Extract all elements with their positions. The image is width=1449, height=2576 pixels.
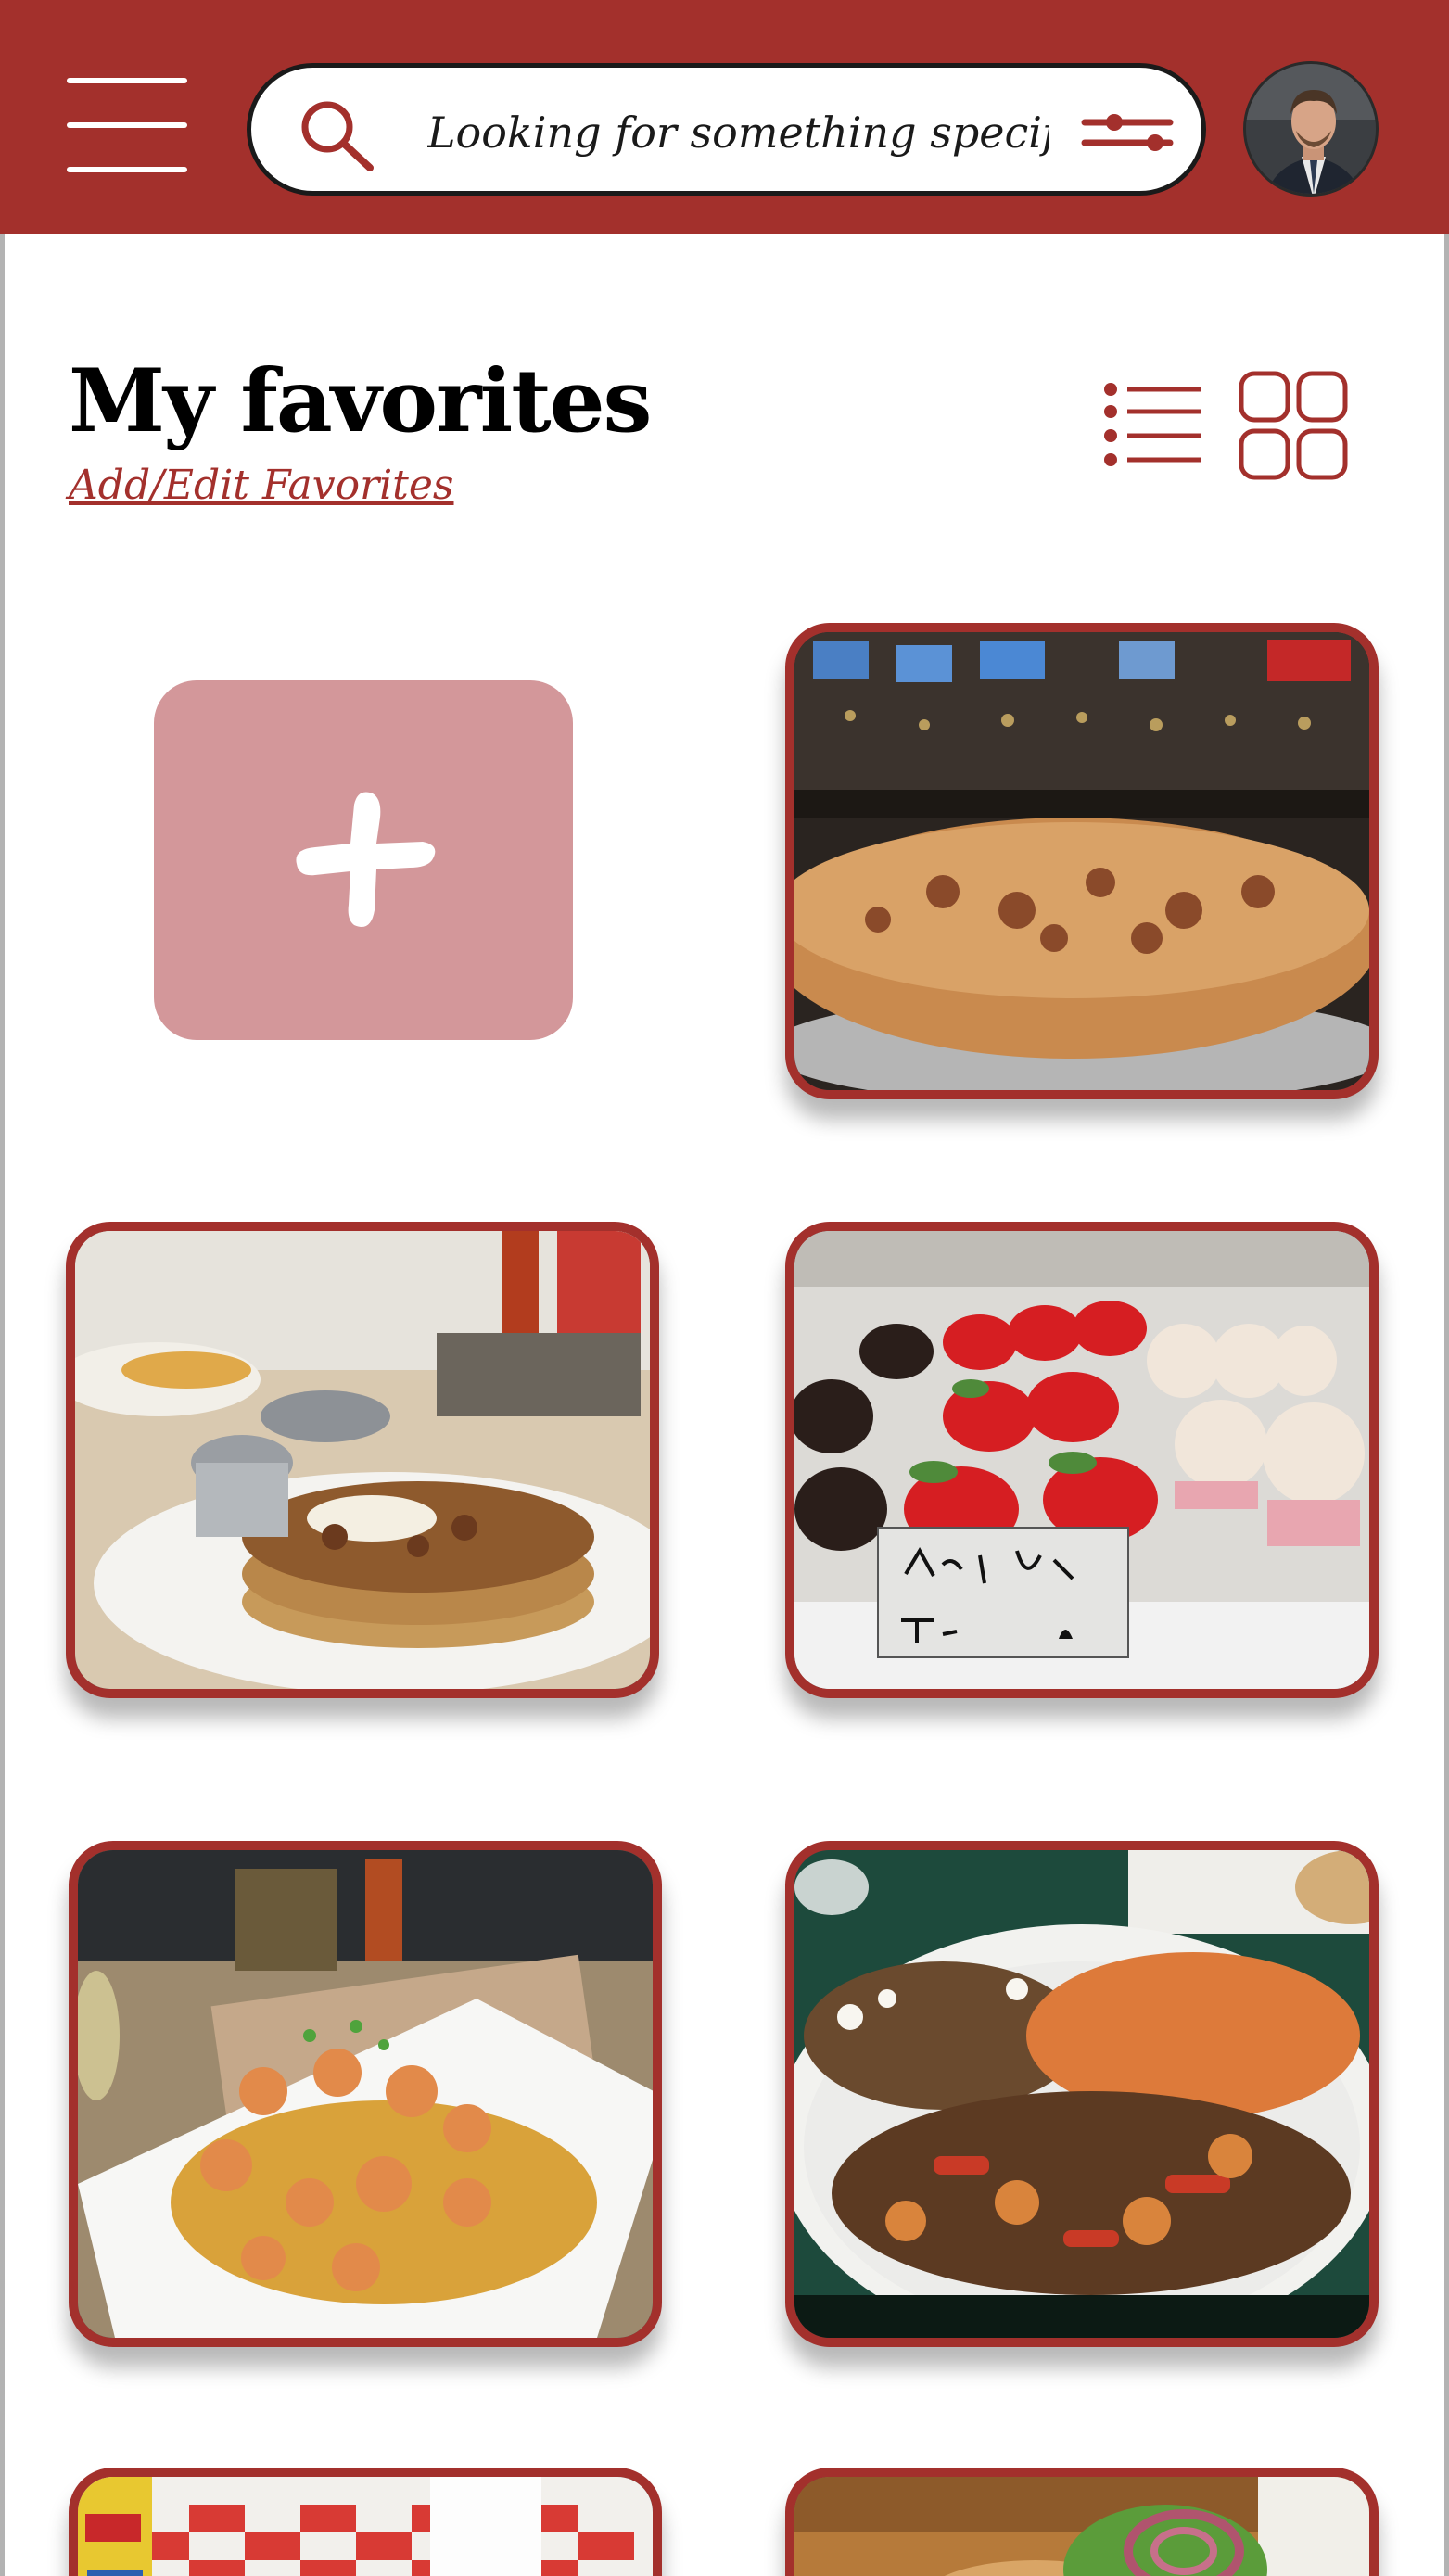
plus-icon: [296, 792, 436, 927]
diner-table-photo: [78, 2477, 653, 2576]
favorite-card-desserts[interactable]: [785, 1222, 1379, 1698]
filter-sliders-icon[interactable]: [1081, 109, 1174, 156]
add-edit-favorites-link[interactable]: Add/Edit Favorites: [69, 462, 454, 509]
favorite-card-pizza[interactable]: [785, 623, 1379, 1099]
search-input[interactable]: [427, 95, 1049, 170]
favorite-card-diner[interactable]: [69, 2468, 662, 2576]
add-favorite-button[interactable]: [154, 680, 573, 1040]
search-bar[interactable]: [247, 63, 1206, 196]
favorite-card-burger[interactable]: [785, 2468, 1379, 2576]
avatar[interactable]: [1243, 61, 1379, 197]
shrimp-dish-photo: [78, 1850, 653, 2338]
grid-view-icon[interactable]: [1239, 371, 1348, 480]
favorite-card-shrimp[interactable]: [69, 1841, 662, 2347]
list-view-icon[interactable]: [1103, 382, 1205, 467]
pizza-photo: [794, 632, 1369, 1090]
page-title: My favorites: [69, 350, 652, 452]
fajita-platter-photo: [794, 1850, 1369, 2338]
burger-photo: [794, 2477, 1369, 2576]
menu-icon[interactable]: [67, 76, 191, 174]
pancakes-photo: [75, 1231, 650, 1689]
favorite-card-fajitas[interactable]: [785, 1841, 1379, 2347]
search-icon: [301, 101, 374, 171]
favorite-card-pancakes[interactable]: [66, 1222, 659, 1698]
profile-photo: [1246, 64, 1376, 194]
desserts-photo: [794, 1231, 1369, 1689]
app-header: [0, 0, 1449, 234]
